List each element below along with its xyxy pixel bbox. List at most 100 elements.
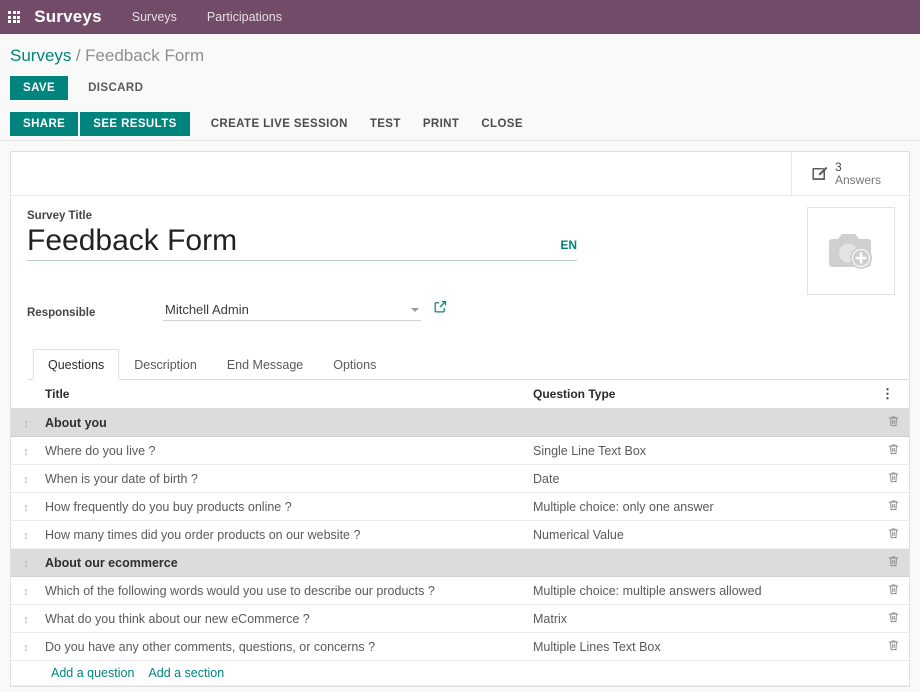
survey-image-upload[interactable] xyxy=(807,207,895,295)
row-title-cell[interactable]: When is your date of birth ? xyxy=(41,464,529,493)
add-a-question-link[interactable]: Add a question xyxy=(51,666,134,680)
breadcrumb-separator: / xyxy=(75,46,81,65)
survey-title-field[interactable]: EN xyxy=(27,224,577,261)
questions-table: Title Question Type ⋮ ↕ About you ↕ Where d… xyxy=(11,380,909,686)
add-a-section-link[interactable]: Add a section xyxy=(148,666,224,680)
row-title-cell[interactable]: About our ecommerce xyxy=(41,548,529,577)
trash-icon[interactable] xyxy=(877,492,909,521)
column-header-handle xyxy=(11,380,41,409)
vertical-dots-icon[interactable]: ⋮ xyxy=(881,386,894,401)
camera-add-icon xyxy=(829,234,872,269)
row-question-type-cell[interactable]: Multiple choice: only one answer xyxy=(529,492,877,521)
drag-handle-icon[interactable]: ↕ xyxy=(11,548,41,577)
notebook-tabs: Questions Description End Message Option… xyxy=(27,349,909,380)
nav-item-participations[interactable]: Participations xyxy=(207,10,282,24)
create-live-session-button[interactable]: CREATE LIVE SESSION xyxy=(200,112,359,136)
drag-handle-icon[interactable]: ↕ xyxy=(11,632,41,661)
print-button[interactable]: PRINT xyxy=(412,112,471,136)
app-brand[interactable]: Surveys xyxy=(34,7,102,27)
share-button[interactable]: SHARE xyxy=(10,112,79,136)
drag-handle-icon[interactable]: ↕ xyxy=(11,576,41,605)
row-question-type-cell[interactable]: Matrix xyxy=(529,604,877,633)
language-badge[interactable]: EN xyxy=(560,238,577,252)
section-row[interactable]: ↕ About our ecommerce xyxy=(11,548,909,577)
row-question-type-cell[interactable]: Numerical Value xyxy=(529,520,877,549)
statusbar: SHARE SEE RESULTS CREATE LIVE SESSION TE… xyxy=(0,108,920,141)
survey-title-block: Survey Title EN xyxy=(27,210,592,261)
trash-icon[interactable] xyxy=(877,632,909,661)
add-row-spacer xyxy=(11,660,41,686)
answers-stat-button[interactable]: 3 Answers xyxy=(791,152,909,195)
see-results-button[interactable]: SEE RESULTS xyxy=(80,112,190,136)
drag-handle-icon[interactable]: ↕ xyxy=(11,520,41,549)
trash-icon[interactable] xyxy=(877,576,909,605)
row-question-type-cell[interactable] xyxy=(529,548,877,577)
trash-icon[interactable] xyxy=(877,408,909,437)
row-question-type-cell[interactable] xyxy=(529,408,877,437)
breadcrumb-root[interactable]: Surveys xyxy=(10,46,71,65)
discard-button[interactable]: DISCARD xyxy=(76,76,155,100)
responsible-field[interactable] xyxy=(163,301,421,321)
drag-handle-icon[interactable]: ↕ xyxy=(11,604,41,633)
table-row[interactable]: ↕ Do you have any other comments, questio… xyxy=(11,632,909,661)
questions-table-body: ↕ About you ↕ Where do you live ? Single Lin… xyxy=(11,408,909,686)
row-title-cell[interactable]: How many times did you order products on… xyxy=(41,520,529,549)
row-question-type-cell[interactable]: Multiple choice: multiple answers allowe… xyxy=(529,576,877,605)
tab-end-message[interactable]: End Message xyxy=(212,349,318,380)
row-question-type-cell[interactable]: Single Line Text Box xyxy=(529,436,877,465)
nav-item-surveys[interactable]: Surveys xyxy=(132,10,177,24)
drag-handle-icon[interactable]: ↕ xyxy=(11,464,41,493)
row-title-cell[interactable]: Do you have any other comments, question… xyxy=(41,632,529,661)
tab-questions[interactable]: Questions xyxy=(33,349,120,380)
column-options-button[interactable]: ⋮ xyxy=(877,380,909,409)
section-row[interactable]: ↕ About you xyxy=(11,408,909,437)
column-header-question-type: Question Type xyxy=(529,380,877,409)
grid-apps-icon[interactable] xyxy=(8,10,21,24)
row-title-cell[interactable]: About you xyxy=(41,408,529,437)
add-links-row: Add a question Add a section xyxy=(11,660,909,686)
table-row[interactable]: ↕ Which of the following words would you … xyxy=(11,576,909,605)
add-links-cell: Add a question Add a section xyxy=(41,660,909,686)
answers-stat-text: 3 Answers xyxy=(835,161,881,186)
chevron-down-icon[interactable] xyxy=(411,307,419,312)
drag-handle-icon[interactable]: ↕ xyxy=(11,436,41,465)
survey-title-label: Survey Title xyxy=(27,210,92,222)
row-title-cell[interactable]: Which of the following words would you u… xyxy=(41,576,529,605)
drag-handle-icon[interactable]: ↕ xyxy=(11,492,41,521)
test-button[interactable]: TEST xyxy=(359,112,412,136)
questions-table-head: Title Question Type ⋮ xyxy=(11,380,909,409)
internal-link-icon[interactable] xyxy=(433,299,448,321)
top-navbar: Surveys Surveys Participations xyxy=(0,0,920,34)
trash-icon[interactable] xyxy=(877,464,909,493)
row-title-cell[interactable]: How frequently do you buy products onlin… xyxy=(41,492,529,521)
responsible-input[interactable] xyxy=(163,301,411,318)
close-button[interactable]: CLOSE xyxy=(470,112,534,136)
row-title-cell[interactable]: What do you think about our new eCommerc… xyxy=(41,604,529,633)
trash-icon[interactable] xyxy=(877,604,909,633)
drag-handle-icon[interactable]: ↕ xyxy=(11,408,41,437)
responsible-row: Responsible xyxy=(27,299,893,321)
save-button[interactable]: SAVE xyxy=(10,76,69,100)
tab-options[interactable]: Options xyxy=(318,349,391,380)
tab-description[interactable]: Description xyxy=(119,349,212,380)
row-title-cell[interactable]: Where do you live ? xyxy=(41,436,529,465)
trash-icon[interactable] xyxy=(877,548,909,577)
table-row[interactable]: ↕ How many times did you order products o… xyxy=(11,520,909,549)
table-row[interactable]: ↕ How frequently do you buy products onli… xyxy=(11,492,909,521)
answers-count: 3 xyxy=(835,159,842,174)
table-row[interactable]: ↕ What do you think about our new eCommer… xyxy=(11,604,909,633)
stat-button-bar: 3 Answers xyxy=(11,152,909,196)
row-question-type-cell[interactable]: Date xyxy=(529,464,877,493)
survey-title-input[interactable] xyxy=(27,224,551,260)
trash-icon[interactable] xyxy=(877,520,909,549)
responsible-label: Responsible xyxy=(27,307,96,319)
record-action-row: SAVE DISCARD xyxy=(0,72,920,108)
form-body: Survey Title EN Responsible xyxy=(11,196,909,321)
table-row[interactable]: ↕ Where do you live ? Single Line Text Box xyxy=(11,436,909,465)
sheet-wrapper: 3 Answers Survey Title Feedback Form EN … xyxy=(0,141,920,687)
trash-icon[interactable] xyxy=(877,436,909,465)
row-question-type-cell[interactable]: Multiple Lines Text Box xyxy=(529,632,877,661)
table-row[interactable]: ↕ When is your date of birth ? Date xyxy=(11,464,909,493)
pencil-square-icon xyxy=(810,164,829,183)
breadcrumb: Surveys / Feedback Form xyxy=(0,34,920,72)
